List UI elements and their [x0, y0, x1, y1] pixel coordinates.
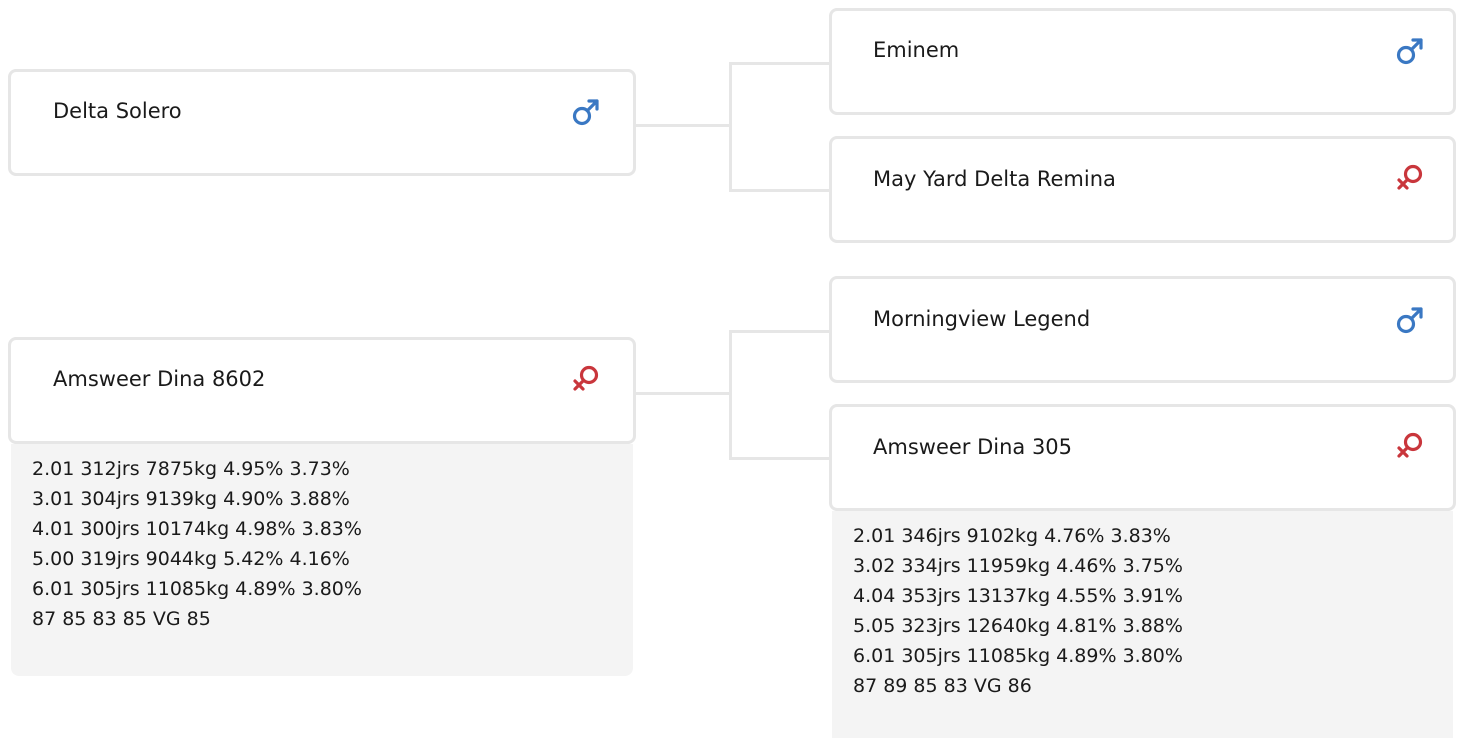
connector-dam-vertical — [729, 330, 732, 460]
connector-dam-dam — [729, 457, 830, 460]
male-icon — [1396, 307, 1423, 334]
animal-name: Amsweer Dina 8602 — [53, 367, 266, 391]
animal-name: May Yard Delta Remina — [873, 167, 1116, 191]
connector-sire-dam — [729, 189, 830, 192]
female-icon — [1397, 432, 1423, 458]
connector-sire — [633, 124, 732, 127]
animal-card-sire-dam[interactable]: May Yard Delta Remina — [829, 136, 1456, 243]
animal-card-sire-sire[interactable]: Eminem — [829, 8, 1456, 115]
stat-line: 87 85 83 85 VG 85 — [32, 608, 211, 630]
animal-name: Amsweer Dina 305 — [873, 435, 1073, 459]
female-icon — [1397, 164, 1423, 190]
stat-line: 4.04 353jrs 13137kg 4.55% 3.91% — [853, 585, 1183, 607]
male-icon — [1396, 38, 1423, 65]
stat-line: 5.00 319jrs 9044kg 5.42% 4.16% — [32, 548, 350, 570]
stat-line: 87 89 85 83 VG 86 — [853, 675, 1032, 697]
female-icon — [573, 365, 599, 391]
stat-line: 4.01 300jrs 10174kg 4.98% 3.83% — [32, 518, 362, 540]
animal-card-dam-dam[interactable]: Amsweer Dina 305 — [829, 404, 1456, 511]
stat-line: 6.01 305jrs 11085kg 4.89% 3.80% — [32, 578, 362, 600]
animal-card-sire[interactable]: Delta Solero — [8, 69, 636, 176]
animal-card-dam-sire[interactable]: Morningview Legend — [829, 276, 1456, 383]
connector-dam — [633, 392, 732, 395]
stat-line: 3.02 334jrs 11959kg 4.46% 3.75% — [853, 555, 1183, 577]
animal-name: Morningview Legend — [873, 307, 1091, 331]
stat-line: 3.01 304jrs 9139kg 4.90% 3.88% — [32, 488, 350, 510]
male-icon — [572, 99, 599, 126]
stat-line: 6.01 305jrs 11085kg 4.89% 3.80% — [853, 645, 1183, 667]
animal-card-dam[interactable]: Amsweer Dina 8602 — [8, 337, 636, 444]
animal-name: Eminem — [873, 38, 960, 62]
dam-stats-panel: 2.01 312jrs 7875kg 4.95% 3.73% 3.01 304j… — [11, 444, 633, 676]
dam-dam-stats-panel: 2.01 346jrs 9102kg 4.76% 3.83% 3.02 334j… — [832, 511, 1453, 738]
stat-line: 2.01 312jrs 7875kg 4.95% 3.73% — [32, 458, 350, 480]
connector-sire-sire — [729, 62, 830, 65]
stat-line: 2.01 346jrs 9102kg 4.76% 3.83% — [853, 525, 1171, 547]
animal-name: Delta Solero — [53, 99, 182, 123]
connector-sire-vertical — [729, 62, 732, 192]
connector-dam-sire — [729, 330, 830, 333]
stat-line: 5.05 323jrs 12640kg 4.81% 3.88% — [853, 615, 1183, 637]
